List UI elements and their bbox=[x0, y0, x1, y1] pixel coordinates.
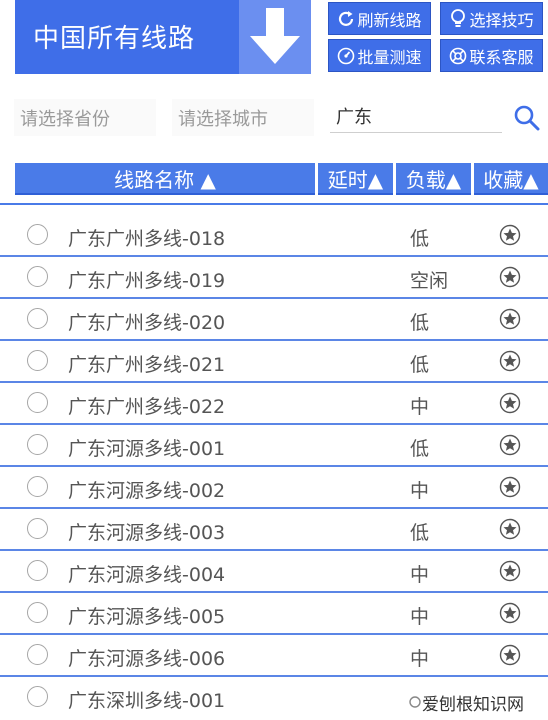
selection-tips-button[interactable]: 选择技巧 bbox=[440, 2, 543, 35]
line-load: 中 bbox=[410, 606, 430, 628]
download-arrow-icon bbox=[250, 8, 300, 64]
line-load: 低 bbox=[410, 522, 430, 544]
search-button[interactable] bbox=[513, 104, 541, 136]
line-load: 中 bbox=[410, 396, 430, 418]
line-name: 广东深圳多线-001 bbox=[68, 690, 226, 712]
favorite-star-icon[interactable] bbox=[499, 644, 521, 666]
line-name: 广东河源多线-005 bbox=[68, 606, 226, 628]
city-placeholder: 请选择城市 bbox=[178, 108, 268, 130]
batch-speedtest-label: 批量测速 bbox=[357, 47, 422, 67]
column-header-favorite[interactable]: 收藏▲ bbox=[474, 163, 548, 195]
line-name: 广东河源多线-006 bbox=[68, 648, 226, 670]
table-row[interactable]: 广东河源多线-005 中 bbox=[0, 593, 548, 635]
row-radio[interactable] bbox=[27, 224, 48, 245]
line-load: 空闲 bbox=[410, 270, 449, 292]
contact-support-button[interactable]: 联系客服 bbox=[440, 39, 543, 72]
speedometer-icon bbox=[338, 47, 355, 64]
line-load: 中 bbox=[410, 480, 430, 502]
row-radio[interactable] bbox=[27, 518, 48, 539]
line-name: 广东河源多线-003 bbox=[68, 522, 226, 544]
table-row[interactable]: 广东河源多线-006 中 bbox=[0, 635, 548, 677]
province-select[interactable]: 请选择省份 bbox=[14, 99, 156, 136]
row-radio[interactable] bbox=[27, 392, 48, 413]
row-radio[interactable] bbox=[27, 644, 48, 665]
watermark-text: 爱刨根知识网 bbox=[422, 694, 524, 715]
table-row[interactable]: 广东河源多线-002 中 bbox=[0, 467, 548, 509]
line-name: 广东河源多线-004 bbox=[68, 564, 226, 586]
table-row[interactable]: 广东广州多线-021 低 bbox=[0, 341, 548, 383]
watermark-logo-icon bbox=[409, 696, 421, 708]
city-select[interactable]: 请选择城市 bbox=[172, 99, 314, 136]
line-load: 低 bbox=[410, 438, 430, 460]
province-placeholder: 请选择省份 bbox=[20, 108, 110, 130]
line-name: 广东广州多线-019 bbox=[68, 270, 226, 292]
watermark: 爱刨根知识网 bbox=[404, 687, 548, 717]
table-row[interactable]: 广东广州多线-018 低 bbox=[0, 215, 548, 257]
region-header: 中国所有线路 bbox=[15, 0, 311, 74]
line-load: 低 bbox=[410, 312, 430, 334]
batch-speedtest-button[interactable]: 批量测速 bbox=[328, 39, 431, 72]
table-row[interactable]: 广东河源多线-001 低 bbox=[0, 425, 548, 467]
refresh-lines-label: 刷新线路 bbox=[357, 10, 422, 30]
search-icon bbox=[514, 105, 540, 131]
favorite-star-icon[interactable] bbox=[499, 560, 521, 582]
contact-support-label: 联系客服 bbox=[469, 47, 534, 67]
row-radio[interactable] bbox=[27, 350, 48, 371]
selection-tips-label: 选择技巧 bbox=[469, 10, 534, 30]
page-title: 中国所有线路 bbox=[33, 24, 196, 54]
favorite-star-icon[interactable] bbox=[499, 434, 521, 456]
keyword-input[interactable]: 广东 bbox=[330, 100, 502, 133]
line-list[interactable]: 广东广州多线-018 低 广东广州多线-019 空闲 广东广州多线-020 低 … bbox=[0, 203, 548, 720]
support-icon bbox=[450, 47, 467, 64]
table-row[interactable]: 广东广州多线-020 低 bbox=[0, 299, 548, 341]
line-load: 低 bbox=[410, 228, 430, 250]
line-name: 广东广州多线-020 bbox=[68, 312, 226, 334]
row-radio[interactable] bbox=[27, 434, 48, 455]
line-name: 广东河源多线-002 bbox=[68, 480, 226, 502]
favorite-star-icon[interactable] bbox=[499, 476, 521, 498]
table-row[interactable]: 广东广州多线-019 空闲 bbox=[0, 257, 548, 299]
favorite-star-icon[interactable] bbox=[499, 308, 521, 330]
line-load: 中 bbox=[410, 564, 430, 586]
row-radio[interactable] bbox=[27, 266, 48, 287]
lightbulb-icon bbox=[451, 8, 466, 27]
row-radio[interactable] bbox=[27, 602, 48, 623]
favorite-star-icon[interactable] bbox=[499, 602, 521, 624]
download-button[interactable] bbox=[239, 0, 311, 74]
favorite-star-icon[interactable] bbox=[499, 518, 521, 540]
row-radio[interactable] bbox=[27, 686, 48, 707]
column-header-load[interactable]: 负载▲ bbox=[396, 163, 471, 195]
row-radio[interactable] bbox=[27, 308, 48, 329]
line-load: 低 bbox=[410, 354, 430, 376]
line-name: 广东河源多线-001 bbox=[68, 438, 226, 460]
column-header-latency[interactable]: 延时▲ bbox=[318, 163, 393, 195]
favorite-star-icon[interactable] bbox=[499, 350, 521, 372]
table-row[interactable]: 广东广州多线-022 中 bbox=[0, 383, 548, 425]
row-radio[interactable] bbox=[27, 476, 48, 497]
refresh-lines-button[interactable]: 刷新线路 bbox=[328, 2, 431, 35]
line-load: 中 bbox=[410, 648, 430, 670]
row-radio[interactable] bbox=[27, 560, 48, 581]
table-row[interactable]: 广东河源多线-003 低 bbox=[0, 509, 548, 551]
favorite-star-icon[interactable] bbox=[499, 266, 521, 288]
line-name: 广东广州多线-022 bbox=[68, 396, 226, 418]
favorite-star-icon[interactable] bbox=[499, 392, 521, 414]
keyword-value: 广东 bbox=[336, 107, 372, 128]
line-name: 广东广州多线-021 bbox=[68, 354, 226, 376]
column-header-line-name[interactable]: 线路名称 ▲ bbox=[15, 163, 315, 195]
table-row[interactable]: 广东河源多线-004 中 bbox=[0, 551, 548, 593]
line-name: 广东广州多线-018 bbox=[68, 228, 226, 250]
favorite-star-icon[interactable] bbox=[499, 224, 521, 246]
refresh-icon bbox=[339, 10, 354, 26]
